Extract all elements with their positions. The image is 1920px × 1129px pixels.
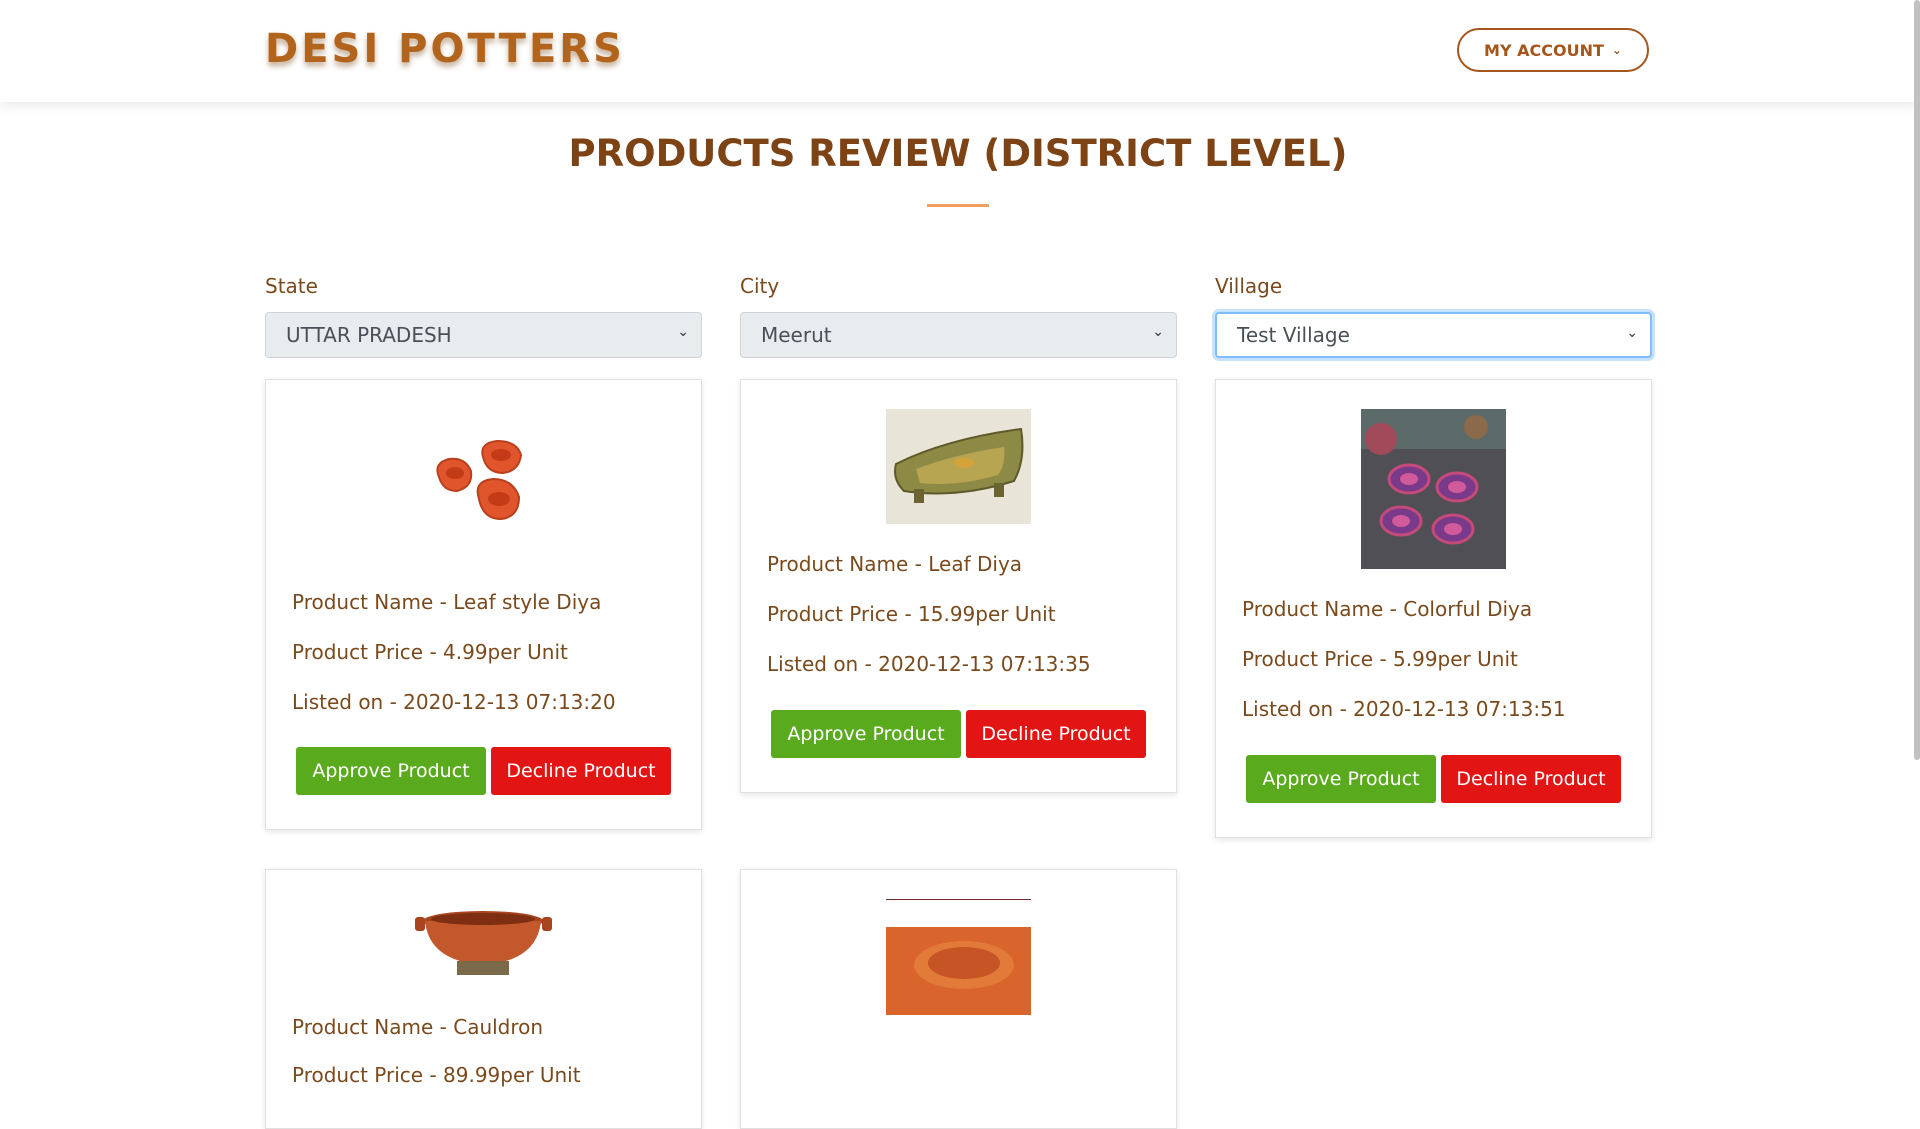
approve-product-button[interactable]: Approve Product [771,710,961,758]
decline-product-button[interactable]: Decline Product [491,747,671,795]
chevron-down-icon: ⌄ [677,324,689,340]
product-image [886,409,1031,524]
product-price: Product Price - 4.99per Unit [292,640,568,664]
village-label: Village [1215,274,1283,298]
product-price: Product Price - 15.99per Unit [767,602,1056,626]
city-select[interactable]: Meerut ⌄ [740,312,1177,358]
product-price: Product Price - 5.99per Unit [1242,647,1518,671]
product-image [1361,409,1506,569]
product-card: Product Name - Leaf Diya Product Price -… [740,379,1177,793]
city-label: City [740,274,780,298]
product-price: Product Price - 89.99per Unit [292,1063,581,1087]
city-select-value: Meerut [761,323,832,347]
approve-product-button[interactable]: Approve Product [296,747,486,795]
product-card: Product Name - Cauldron Product Price - … [265,869,702,1129]
decline-product-button[interactable]: Decline Product [966,710,1146,758]
navbar: DESI POTTERS MY ACCOUNT ⌄ [0,0,1920,102]
chevron-down-icon: ⌄ [1611,43,1622,57]
product-card: Product Name - Colorful Diya Product Pri… [1215,379,1652,838]
product-image [421,435,546,545]
product-listed-date: Listed on - 2020-12-13 07:13:35 [767,652,1091,676]
brand-logo[interactable]: DESI POTTERS [265,26,625,72]
product-name: Product Name - Colorful Diya [1242,597,1533,621]
my-account-button[interactable]: MY ACCOUNT ⌄ [1457,28,1649,72]
product-image [411,899,556,984]
product-name: Product Name - Leaf style Diya [292,590,602,614]
approve-product-button[interactable]: Approve Product [1246,755,1436,803]
product-card [740,869,1177,1129]
state-label: State [265,274,318,298]
village-select-value: Test Village [1237,323,1350,347]
product-card: Product Name - Leaf style Diya Product P… [265,379,702,830]
chevron-down-icon: ⌄ [1626,325,1638,341]
title-underline [927,204,989,207]
my-account-label: MY ACCOUNT [1484,40,1604,60]
product-name: Product Name - Cauldron [292,1015,544,1039]
state-select[interactable]: UTTAR PRADESH ⌄ [265,312,702,358]
product-name: Product Name - Leaf Diya [767,552,1023,576]
product-image [886,899,1031,1019]
village-select[interactable]: Test Village ⌄ [1215,312,1652,358]
page-title: PRODUCTS REVIEW (DISTRICT LEVEL) [568,132,1348,175]
chevron-down-icon: ⌄ [1152,324,1164,340]
state-select-value: UTTAR PRADESH [286,323,452,347]
page-scrollbar[interactable] [1914,0,1920,760]
product-listed-date: Listed on - 2020-12-13 07:13:51 [1242,697,1566,721]
decline-product-button[interactable]: Decline Product [1441,755,1621,803]
product-listed-date: Listed on - 2020-12-13 07:13:20 [292,690,616,714]
